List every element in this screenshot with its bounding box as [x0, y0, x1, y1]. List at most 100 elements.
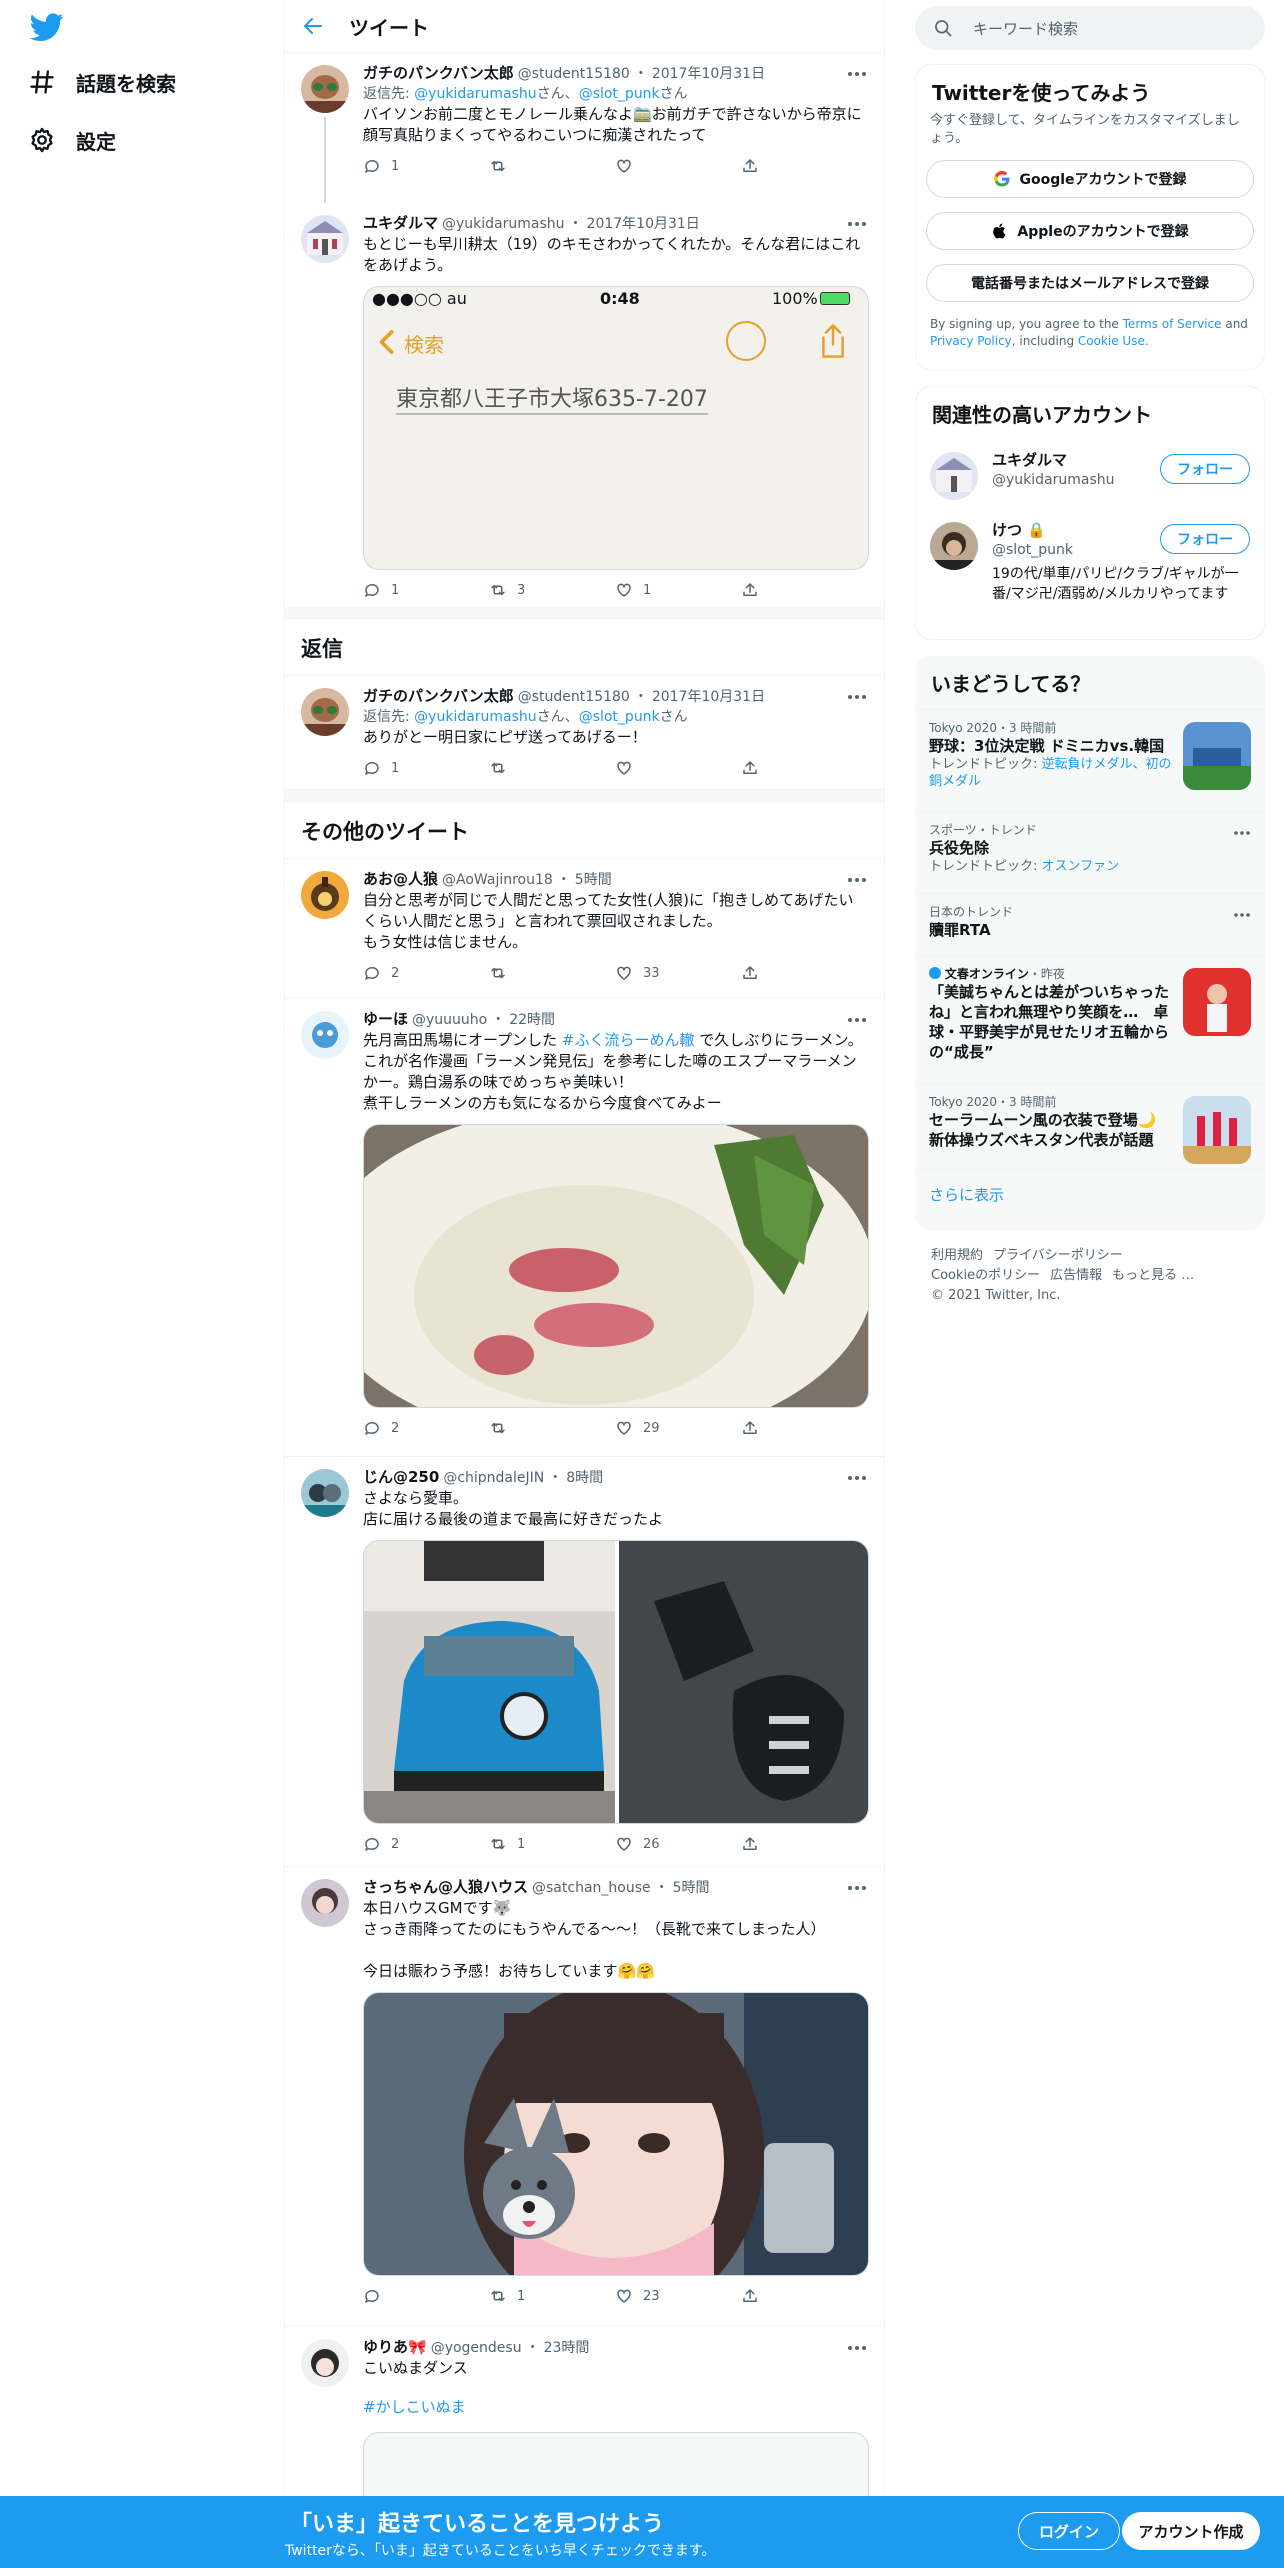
terms-link[interactable]: Terms of Service — [1123, 317, 1222, 331]
tweet-date[interactable]: 5時間 — [575, 870, 612, 890]
follow-button[interactable]: フォロー — [1160, 454, 1250, 484]
reply-button[interactable]: 1 — [363, 156, 489, 176]
retweet-button[interactable]: 1 — [489, 2286, 615, 2306]
retweet-button[interactable] — [489, 1418, 615, 1438]
avatar[interactable] — [930, 522, 978, 570]
share-button[interactable] — [741, 156, 867, 176]
tweet-date[interactable]: 8時間 — [566, 1468, 603, 1488]
user-name[interactable]: ガチのパンクバン太郎 — [363, 63, 514, 83]
account-item[interactable]: ユキダルマ @yukidarumashu フォロー — [916, 440, 1264, 510]
tweet[interactable]: ガチのパンクバン太郎 @student15180 ・ 2017年10月31日 返… — [285, 53, 884, 203]
avatar[interactable] — [301, 688, 349, 736]
account-item[interactable]: けつ 🔒 @slot_punk 19の代/単車/パリピ/クラブ/ギャルが一番/マ… — [916, 510, 1264, 614]
user-name[interactable]: ガチのパンクバン太郎 — [363, 686, 514, 706]
mention-link[interactable]: @slot_punk — [579, 86, 660, 102]
tweet[interactable]: さっちゃん@人狼ハウス @satchan_house ・ 5時間 本日ハウスGM… — [285, 1867, 884, 2327]
avatar[interactable] — [301, 2339, 349, 2387]
tweet-image[interactable]: ●●●○○ au 0:48 100% 検索 東京都八王子市大塚635-7-207 — [363, 286, 869, 570]
avatar[interactable] — [301, 65, 349, 113]
tweet[interactable]: あお@人狼 @AoWajinrou18 ・ 5時間 自分と思考が同じで人間だと思… — [285, 859, 884, 999]
hashtag-link[interactable]: #ふく流らーめん轍 — [562, 1031, 695, 1049]
user-handle[interactable]: @AoWajinrou18 — [442, 870, 553, 890]
user-name[interactable]: さっちゃん@人狼ハウス — [363, 1877, 528, 1897]
tweet[interactable]: ガチのパンクバン太郎 @student15180 ・ 2017年10月31日 返… — [285, 676, 884, 790]
more-icon[interactable] — [846, 688, 868, 706]
avatar[interactable] — [301, 1469, 349, 1517]
user-handle[interactable]: @satchan_house — [532, 1878, 651, 1898]
tweet[interactable]: じん@250 @chipndaleJIN ・ 8時間 さよなら愛車。 店に届ける… — [285, 1457, 884, 1867]
like-button[interactable] — [615, 156, 741, 176]
more-icon[interactable] — [1233, 908, 1251, 922]
user-name[interactable]: ゆりあ🎀 — [363, 2337, 427, 2357]
footer-link[interactable]: 広告情報 — [1050, 1268, 1102, 1283]
share-button[interactable] — [741, 580, 867, 600]
privacy-link[interactable]: Privacy Policy — [930, 334, 1012, 348]
like-button[interactable]: 1 — [615, 580, 741, 600]
tweet-date[interactable]: 2017年10月31日 — [652, 687, 765, 707]
trend-item[interactable]: スポーツ・トレンド 兵役免除 トレンドトピック: オスンファン — [915, 811, 1265, 893]
like-button[interactable]: 29 — [615, 1418, 741, 1438]
tweet-date[interactable]: 5時間 — [673, 1878, 710, 1898]
search-input[interactable]: キーワード検索 — [973, 18, 1078, 39]
like-button[interactable]: 33 — [615, 963, 741, 983]
search-box[interactable]: キーワード検索 — [915, 6, 1265, 50]
back-arrow-icon[interactable] — [301, 14, 325, 38]
like-button[interactable] — [615, 758, 741, 778]
more-icon[interactable] — [846, 1011, 868, 1029]
tweet-image-grid[interactable] — [363, 1540, 869, 1824]
login-button[interactable]: ログイン — [1018, 2512, 1120, 2550]
reply-button[interactable] — [363, 2286, 489, 2306]
reply-button[interactable]: 2 — [363, 1834, 489, 1854]
like-button[interactable]: 26 — [615, 1834, 741, 1854]
tweet[interactable]: ユキダルマ @yukidarumashu ・ 2017年10月31日 もとじーも… — [285, 203, 884, 607]
user-handle[interactable]: @chipndaleJIN — [443, 1468, 544, 1488]
nav-settings[interactable]: 設定 — [28, 116, 116, 164]
user-name[interactable]: あお@人狼 — [363, 869, 438, 889]
mention-link[interactable]: @slot_punk — [579, 709, 660, 725]
tweet-date[interactable]: 23時間 — [544, 2338, 590, 2358]
reply-button[interactable]: 2 — [363, 963, 489, 983]
mention-link[interactable]: @yukidarumashu — [414, 709, 537, 725]
user-name[interactable]: ユキダルマ — [363, 213, 438, 233]
more-icon[interactable] — [1233, 826, 1251, 840]
twitter-logo-icon[interactable] — [29, 10, 64, 44]
more-icon[interactable] — [846, 65, 868, 83]
retweet-button[interactable]: 1 — [489, 1834, 615, 1854]
tweet-image[interactable] — [363, 1124, 869, 1408]
tweet-date[interactable]: 22時間 — [509, 1010, 555, 1030]
share-button[interactable] — [741, 758, 867, 778]
share-button[interactable] — [741, 1418, 867, 1438]
tweet-date[interactable]: 2017年10月31日 — [652, 64, 765, 84]
trend-item[interactable]: Tokyo 2020・3 時間前 野球：3位決定戦 ドミニカvs.韓国 トレンド… — [915, 709, 1265, 811]
retweet-button[interactable] — [489, 963, 615, 983]
reply-button[interactable]: 2 — [363, 1418, 489, 1438]
follow-button[interactable]: フォロー — [1160, 524, 1250, 554]
apple-signup-button[interactable]: Appleのアカウントで登録 — [926, 212, 1254, 250]
phone-email-signup-button[interactable]: 電話番号またはメールアドレスで登録 — [926, 264, 1254, 302]
avatar[interactable] — [301, 871, 349, 919]
retweet-button[interactable] — [489, 156, 615, 176]
tweet-image[interactable] — [363, 1992, 869, 2276]
more-icon[interactable] — [846, 871, 868, 889]
user-name[interactable]: ゆーほ — [363, 1009, 408, 1029]
tweet[interactable]: ゆーほ @yuuuuho ・ 22時間 先月高田馬場にオープンした #ふく流らー… — [285, 999, 884, 1457]
more-icon[interactable] — [846, 215, 868, 233]
trend-item[interactable]: 日本のトレンド 贖罪RTA — [915, 893, 1265, 955]
tweet-date[interactable]: 2017年10月31日 — [587, 214, 700, 234]
google-signup-button[interactable]: Googleアカウントで登録 — [926, 160, 1254, 198]
avatar[interactable] — [301, 1011, 349, 1059]
user-handle[interactable]: @yuuuuho — [412, 1010, 487, 1030]
user-handle[interactable]: @yogendesu — [431, 2338, 522, 2358]
reply-button[interactable]: 1 — [363, 758, 489, 778]
signup-button[interactable]: アカウント作成 — [1122, 2512, 1260, 2550]
user-handle[interactable]: @student15180 — [518, 64, 630, 84]
more-icon[interactable] — [846, 1879, 868, 1897]
avatar[interactable] — [930, 452, 978, 500]
avatar[interactable] — [301, 1879, 349, 1927]
user-handle[interactable]: @student15180 — [518, 687, 630, 707]
hashtag-link[interactable]: #かしこいぬま — [363, 2397, 868, 2418]
footer-link[interactable]: 利用規約 — [931, 1248, 983, 1263]
more-icon[interactable] — [846, 1469, 868, 1487]
footer-link[interactable]: もっと見る … — [1112, 1268, 1194, 1283]
footer-link[interactable]: Cookieのポリシー — [931, 1268, 1040, 1283]
